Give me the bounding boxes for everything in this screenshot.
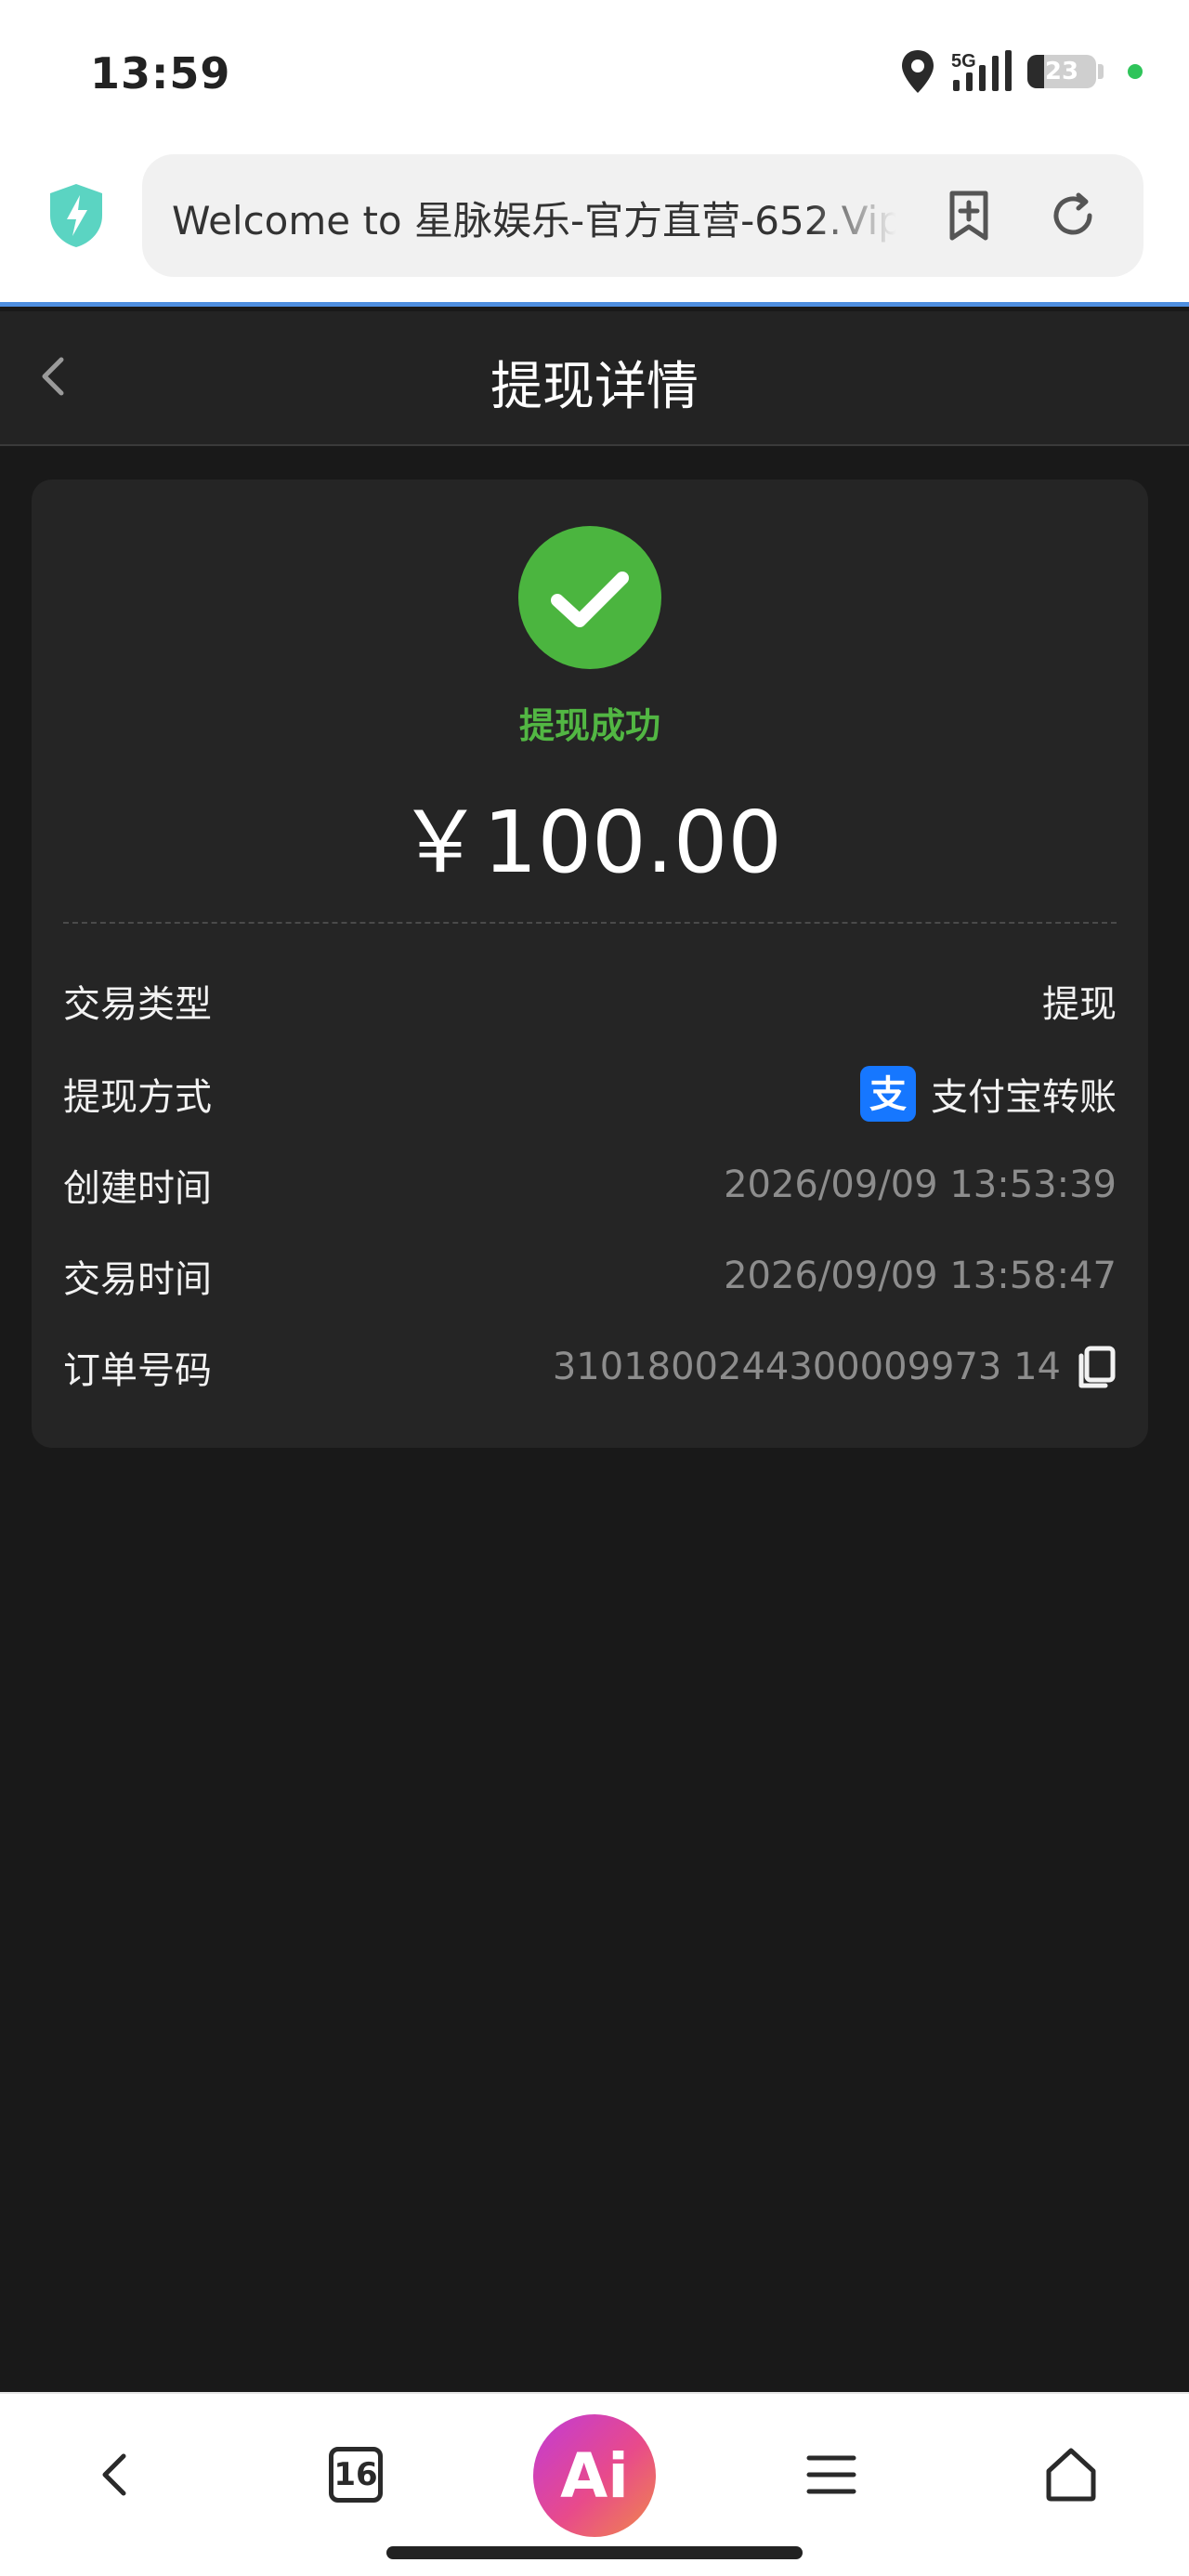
back-icon xyxy=(102,2453,126,2496)
signal-icon: 5G xyxy=(951,50,1012,91)
browser-toolbar: Welcome to 星脉娱乐-官方直营-652.Vip xyxy=(0,149,1189,307)
status-icons: 5G 23 xyxy=(899,48,1143,95)
nav-tabs-button[interactable]: 16 xyxy=(314,2433,398,2517)
withdrawal-detail-card: 提现成功 ￥100.00 交易类型 提现 提现方式 支 支付宝转账 创建时间 2… xyxy=(32,480,1148,1448)
row-label: 创建时间 xyxy=(63,1167,212,1210)
battery-cap xyxy=(1098,64,1104,79)
refresh-icon[interactable] xyxy=(1045,188,1101,243)
withdraw-method-value: 支付宝转账 xyxy=(931,1076,1117,1119)
amount: ￥100.00 xyxy=(398,793,782,892)
network-label: 5G xyxy=(951,51,976,72)
svg-text:支: 支 xyxy=(869,1073,907,1116)
row-label: 交易类型 xyxy=(63,983,212,1026)
row-withdraw-method: 提现方式 支 支付宝转账 xyxy=(63,1061,1117,1126)
row-order-number: 订单号码 3101800244300009973 14 xyxy=(63,1334,1117,1400)
tab-count: 16 xyxy=(329,2447,383,2503)
row-value: 2026/09/09 13:53:39 xyxy=(724,1163,1117,1206)
row-label: 交易时间 xyxy=(63,1258,212,1301)
home-indicator[interactable] xyxy=(386,2546,803,2559)
home-icon xyxy=(1046,2448,1096,2502)
page-title: 提现详情 xyxy=(490,357,699,417)
menu-icon xyxy=(806,2455,856,2494)
row-value: 支 支付宝转账 xyxy=(860,1066,1117,1122)
battery-level: 23 xyxy=(1044,58,1079,85)
success-check-icon xyxy=(518,526,661,669)
row-value: 3101800244300009973 14 xyxy=(553,1345,1117,1389)
order-number: 3101800244300009973 14 xyxy=(552,1346,1061,1388)
row-created-time: 创建时间 2026/09/09 13:53:39 xyxy=(63,1152,1117,1217)
row-label: 订单号码 xyxy=(63,1349,212,1392)
row-value: 提现 xyxy=(1042,983,1117,1026)
shield-bolt-icon[interactable] xyxy=(46,182,106,249)
bookmark-add-icon[interactable] xyxy=(941,188,997,243)
url-text[interactable]: Welcome to 星脉娱乐-官方直营-652.Vip xyxy=(172,190,896,246)
battery-icon: 23 xyxy=(1027,55,1096,88)
row-value: 2026/09/09 13:58:47 xyxy=(724,1255,1117,1297)
copy-icon[interactable] xyxy=(1076,1345,1117,1389)
nav-home-button[interactable] xyxy=(1029,2433,1113,2517)
location-icon xyxy=(902,50,934,93)
row-label: 提现方式 xyxy=(63,1076,212,1119)
divider xyxy=(63,922,1117,924)
row-transaction-type: 交易类型 提现 xyxy=(63,968,1117,1033)
nav-back-button[interactable] xyxy=(74,2433,158,2517)
status-time: 13:59 xyxy=(90,48,231,99)
alipay-icon: 支 xyxy=(860,1066,916,1122)
ai-assistant-button[interactable]: Ai xyxy=(533,2414,656,2537)
page-header: 提现详情 xyxy=(0,311,1189,446)
privacy-indicator-dot xyxy=(1128,64,1143,79)
status-label: 提现成功 xyxy=(518,705,660,746)
address-bar[interactable]: Welcome to 星脉娱乐-官方直营-652.Vip xyxy=(142,154,1143,277)
status-bar: 13:59 5G 23 xyxy=(0,0,1189,149)
row-transaction-time: 交易时间 2026/09/09 13:58:47 xyxy=(63,1243,1117,1308)
nav-menu-button[interactable] xyxy=(790,2433,873,2517)
